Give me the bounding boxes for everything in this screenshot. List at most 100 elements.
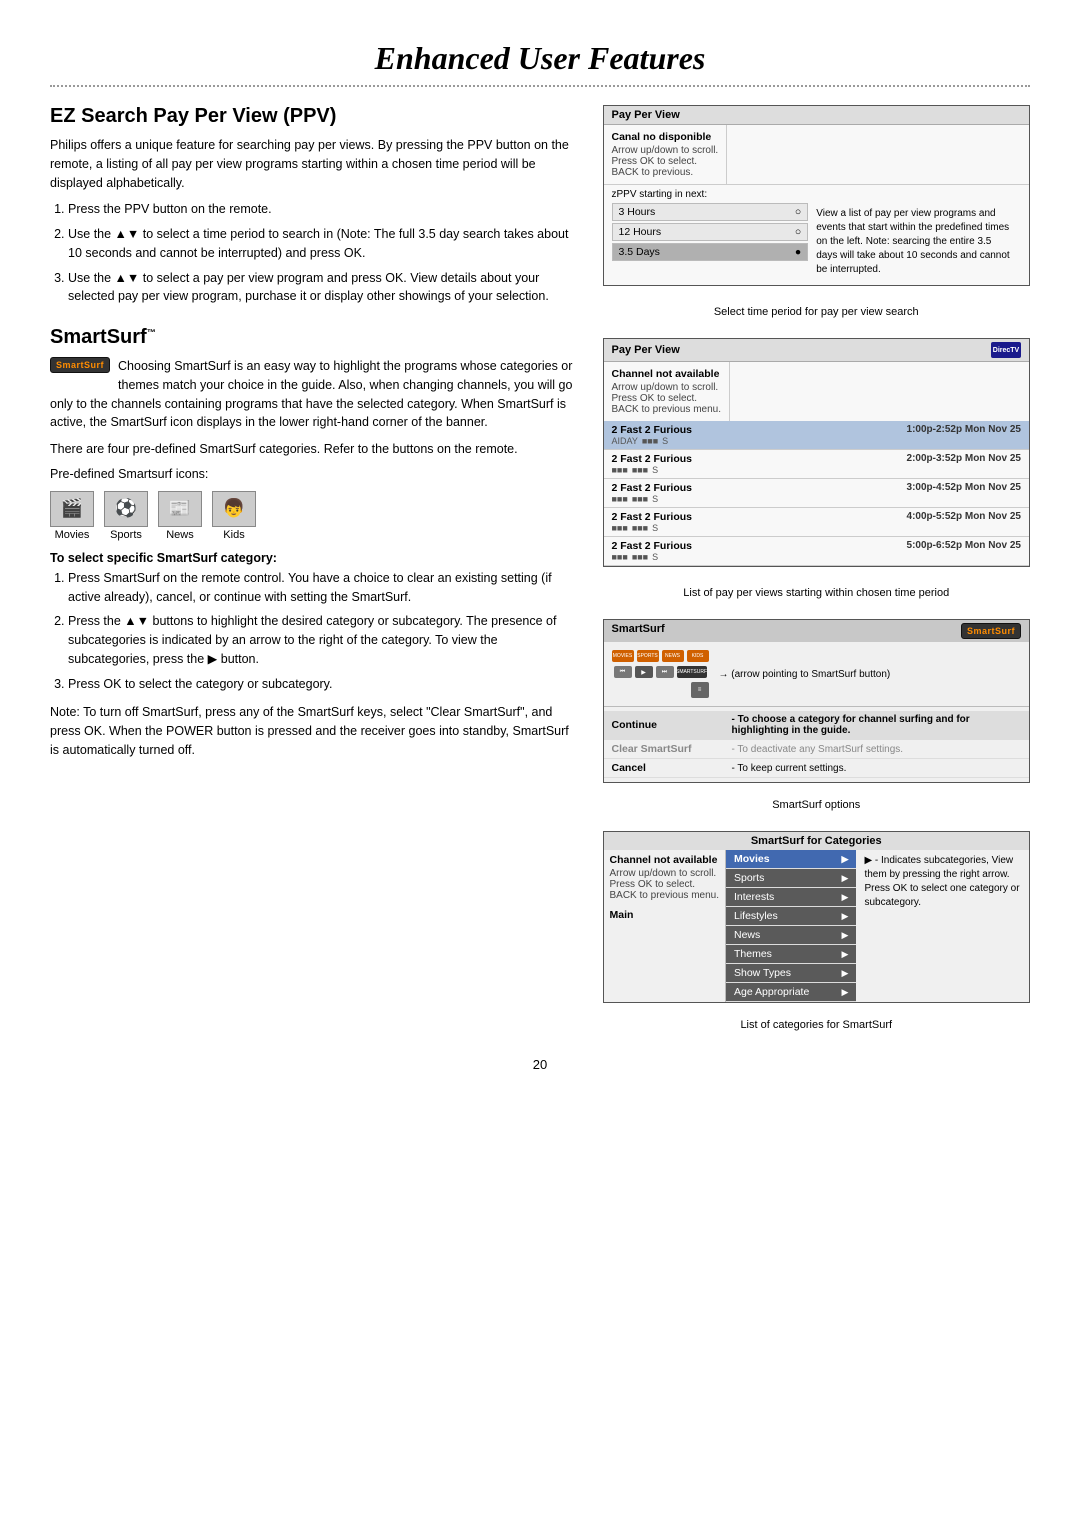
cat-lifestyles[interactable]: Lifestyles ▶	[726, 907, 856, 926]
program-row-5[interactable]: 2 Fast 2 Furious 5:00p-6:52p Mon Nov 25 …	[604, 537, 1030, 566]
sports-btn[interactable]: SPORTS	[637, 650, 659, 662]
guide-btn[interactable]: ≡	[691, 682, 709, 698]
cat-show-types[interactable]: Show Types ▶	[726, 964, 856, 983]
arrow-movies: ▶	[842, 854, 849, 865]
program-sub-3: ■■■■■■S	[612, 494, 1022, 504]
ppv-box-2-header: Channel not available Arrow up/down to s…	[604, 362, 1030, 421]
cat-sports[interactable]: Sports ▶	[726, 869, 856, 888]
smartsurf-note: Note: To turn off SmartSurf, press any o…	[50, 703, 573, 759]
ppv-ch-not-avail: Channel not available Arrow up/down to s…	[604, 362, 731, 421]
zpv-list: 3 Hours ○ 12 Hours ○ 3.5 Days ●	[612, 203, 809, 281]
program-sub-1: AIDAY■■■S	[612, 436, 1022, 446]
ss-step-1: Press SmartSurf on the remote control. Y…	[68, 569, 573, 607]
ss-step-2: Press the ▲▼ buttons to highlight the de…	[68, 612, 573, 668]
continue-desc: - To choose a category for channel surfi…	[732, 714, 1022, 736]
cancel-row[interactable]: Cancel - To keep current settings.	[604, 759, 1030, 778]
page-container: Enhanced User Features EZ Search Pay Per…	[0, 0, 1080, 1112]
cat-themes[interactable]: Themes ▶	[726, 945, 856, 964]
to-select-title: To select specific SmartSurf category:	[50, 551, 573, 565]
clear-desc: - To deactivate any SmartSurf settings.	[732, 744, 1022, 755]
kids-label: Kids	[223, 529, 244, 541]
ppv-logo: DirecTV	[991, 342, 1021, 358]
program-row-2[interactable]: 2 Fast 2 Furious 2:00p-3:52p Mon Nov 25 …	[604, 450, 1030, 479]
zpv-body: 3 Hours ○ 12 Hours ○ 3.5 Days ●	[612, 203, 1022, 281]
page-number: 20	[50, 1057, 1030, 1072]
ss-step-3: Press OK to select the category or subca…	[68, 675, 573, 694]
news-btn[interactable]: NEWS	[662, 650, 684, 662]
ssc-ch-desc: Arrow up/down to scroll.Press OK to sele…	[610, 868, 720, 901]
cat-movies[interactable]: Movies ▶	[726, 850, 856, 869]
zpv-item-12h[interactable]: 12 Hours ○	[612, 223, 809, 241]
rew-btn[interactable]: ⏮	[614, 666, 632, 678]
icon-movies: 🎬 Movies	[50, 491, 94, 541]
sports-icon-img: ⚽	[104, 491, 148, 527]
ppv-caption-1: Select time period for pay per view sear…	[603, 306, 1031, 318]
remote-playback: ⏮ ▶ ⏭ SMARTSURF	[614, 666, 707, 678]
trademark: ™	[147, 327, 156, 337]
program-header-1: 2 Fast 2 Furious 1:00p-2:52p Mon Nov 25	[612, 424, 1022, 436]
ez-step-1: Press the PPV button on the remote.	[68, 200, 573, 219]
program-sub-2: ■■■■■■S	[612, 465, 1022, 475]
ppv-box-1-body: Canal no disponible Arrow up/down to scr…	[604, 125, 1030, 184]
arrow-news: ▶	[842, 930, 849, 941]
smartsurf-icons-row: 🎬 Movies ⚽ Sports 📰 News 👦 Kids	[50, 491, 573, 541]
arrow-themes: ▶	[842, 949, 849, 960]
cancel-desc: - To keep current settings.	[732, 763, 1022, 774]
ppv-right-side	[727, 125, 1029, 184]
zpv-items: 3 Hours ○ 12 Hours ○ 3.5 Days ●	[612, 203, 809, 261]
icon-news: 📰 News	[158, 491, 202, 541]
ez-step-2: Use the ▲▼ to select a time period to se…	[68, 225, 573, 263]
ss-categories-box: SmartSurf for Categories Channel not ava…	[603, 831, 1031, 1003]
ss-caption: SmartSurf options	[603, 799, 1031, 811]
clear-label: Clear SmartSurf	[612, 743, 732, 755]
ez-step-3: Use the ▲▼ to select a pay per view prog…	[68, 269, 573, 307]
ff-btn[interactable]: ⏭	[656, 666, 674, 678]
news-icon-img: 📰	[158, 491, 202, 527]
ssc-right-desc: ▶ - Indicates subcategories, View them b…	[856, 850, 1029, 1002]
main-layout: EZ Search Pay Per View (PPV) Philips off…	[50, 105, 1030, 1037]
program-header-2: 2 Fast 2 Furious 2:00p-3:52p Mon Nov 25	[612, 453, 1022, 465]
kids-btn[interactable]: KIDS	[687, 650, 709, 662]
program-row-1[interactable]: 2 Fast 2 Furious 1:00p-2:52p Mon Nov 25 …	[604, 421, 1030, 450]
ppv-box-1: Pay Per View Canal no disponible Arrow u…	[603, 105, 1031, 286]
arrow-lifestyles: ▶	[842, 911, 849, 922]
zpv-item-3h[interactable]: 3 Hours ○	[612, 203, 809, 221]
ppv-box-2-title: Pay Per View DirecTV	[604, 339, 1030, 362]
program-row-3[interactable]: 2 Fast 2 Furious 3:00p-4:52p Mon Nov 25 …	[604, 479, 1030, 508]
play-btn[interactable]: ▶	[635, 666, 653, 678]
smartsurf-para2: There are four pre-defined SmartSurf cat…	[50, 440, 573, 459]
ppv-right	[730, 362, 1029, 421]
movies-btn[interactable]: MOVIES	[612, 650, 634, 662]
cat-age-appropriate[interactable]: Age Appropriate ▶	[726, 983, 856, 1002]
program-sub-5: ■■■■■■S	[612, 552, 1022, 562]
icon-sports: ⚽ Sports	[104, 491, 148, 541]
arrow-show-types: ▶	[842, 968, 849, 979]
continue-row[interactable]: Continue - To choose a category for chan…	[604, 711, 1030, 740]
ss-remote-area: MOVIES SPORTS NEWS KIDS ⏮ ▶ ⏭ SMARTSURF	[604, 642, 1030, 707]
right-column: Pay Per View Canal no disponible Arrow u…	[603, 105, 1031, 1037]
program-header-5: 2 Fast 2 Furious 5:00p-6:52p Mon Nov 25	[612, 540, 1022, 552]
kids-icon-img: 👦	[212, 491, 256, 527]
smartsurf-remote-btn[interactable]: SMARTSURF	[677, 666, 707, 678]
zpv-item-35d[interactable]: 3.5 Days ●	[612, 243, 809, 261]
news-label: News	[166, 529, 194, 541]
main-label: Main	[610, 909, 720, 921]
ssc-ch-label: Channel not available	[610, 854, 720, 866]
ppv-box-2: Pay Per View DirecTV Channel not availab…	[603, 338, 1031, 567]
ez-search-title: EZ Search Pay Per View (PPV)	[50, 105, 573, 128]
ssc-categories: Movies ▶ Sports ▶ Interests ▶ Lifestyl	[726, 850, 856, 1002]
smartsurf-steps: Press SmartSurf on the remote control. Y…	[50, 569, 573, 694]
cat-interests[interactable]: Interests ▶	[726, 888, 856, 907]
program-row-4[interactable]: 2 Fast 2 Furious 4:00p-5:52p Mon Nov 25 …	[604, 508, 1030, 537]
cat-news[interactable]: News ▶	[726, 926, 856, 945]
icons-label: Pre-defined Smartsurf icons:	[50, 467, 573, 481]
ppv-ch-label: Channel not available	[612, 368, 722, 380]
ppv-ch-desc: Arrow up/down to scroll.Press OK to sele…	[612, 382, 722, 415]
arrow-age: ▶	[842, 987, 849, 998]
ssc-channel-area: Channel not available Arrow up/down to s…	[604, 850, 727, 1002]
clear-ss-row[interactable]: Clear SmartSurf - To deactivate any Smar…	[604, 740, 1030, 759]
ss-box-title: SmartSurf SmartSurf	[604, 620, 1030, 642]
page-title: Enhanced User Features	[50, 40, 1030, 77]
program-sub-4: ■■■■■■S	[612, 523, 1022, 533]
smartsurf-section: SmartSurf™ SmartSurf Choosing SmartSurf …	[50, 326, 573, 760]
